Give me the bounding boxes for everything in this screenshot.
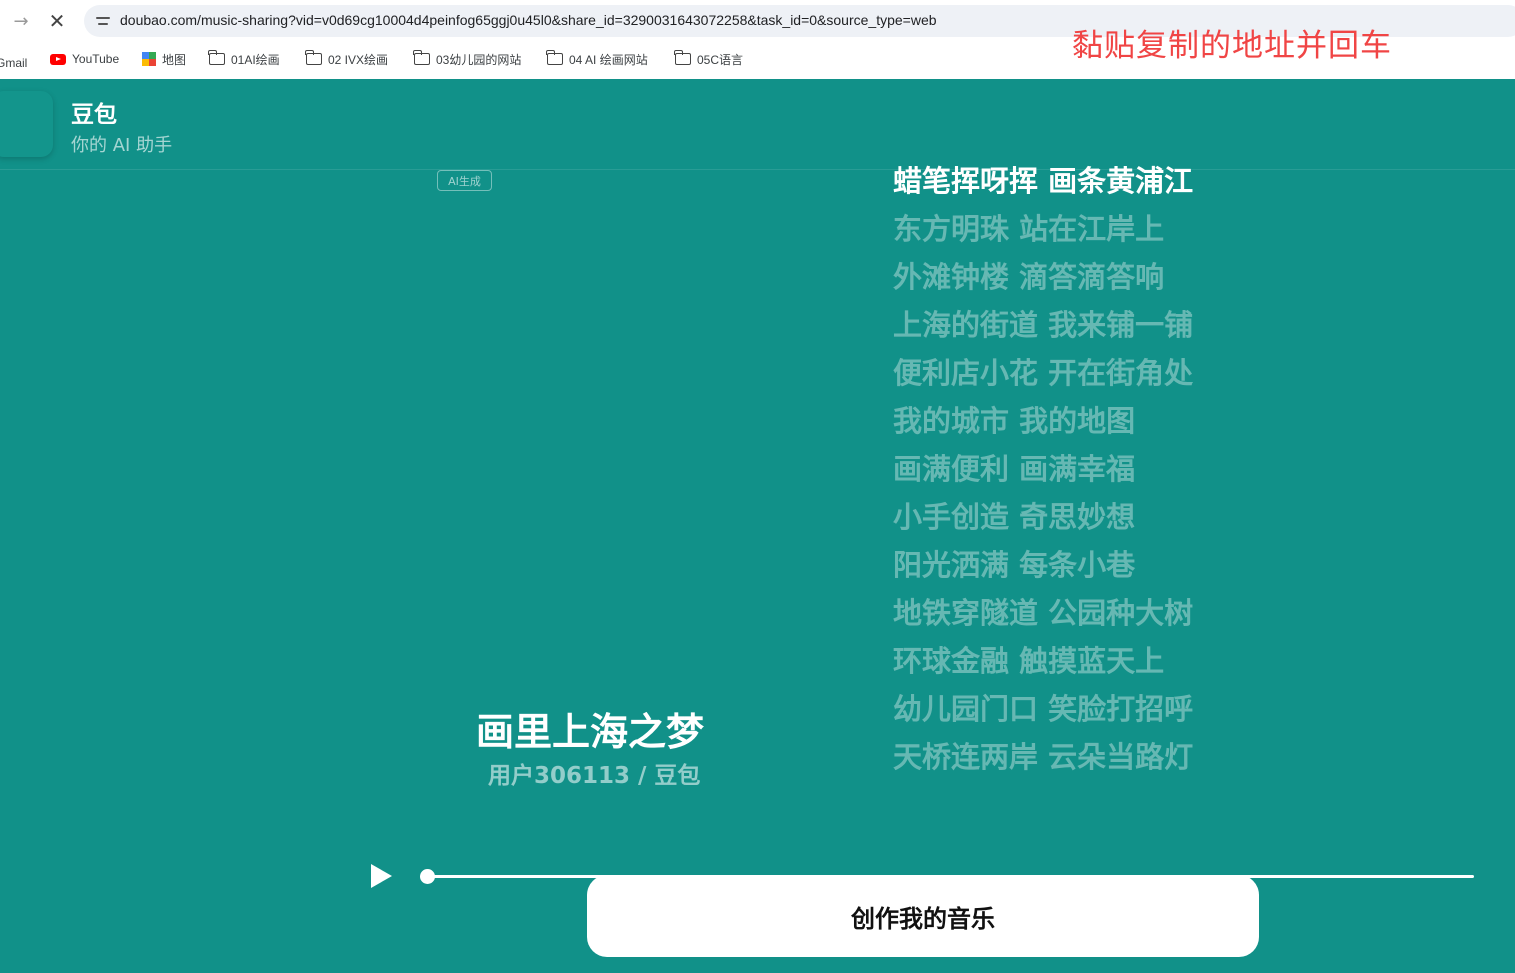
stop-loading-icon[interactable]: ✕	[44, 8, 70, 34]
bookmark-label: 04 AI 绘画网站	[569, 52, 648, 67]
lyrics-panel[interactable]: 蜡笔挥呀挥 画条黄浦江 东方明珠 站在江岸上 外滩钟楼 滴答滴答响 上海的街道 我来铺…	[893, 157, 1223, 789]
lyric-line[interactable]: 阳光洒满 每条小巷	[893, 541, 1223, 589]
bookmark-folder-03[interactable]: 03幼儿园的网站	[413, 47, 522, 71]
bookmark-folder-02[interactable]: 02 IVX绘画	[305, 47, 389, 71]
song-artist: 用户306113 / 豆包	[488, 763, 701, 789]
annotation-note: 黏贴复制的地址并回车	[1072, 28, 1392, 64]
lyric-line[interactable]: 东方明珠 站在江岸上	[893, 205, 1223, 253]
bookmark-label: 03幼儿园的网站	[436, 52, 522, 67]
lyric-line[interactable]: 上海的街道 我来铺一铺	[893, 301, 1223, 349]
folder-icon	[546, 50, 563, 65]
song-title: 画里上海之梦	[476, 710, 705, 754]
lyric-line[interactable]: 天桥连两岸 云朵当路灯	[893, 733, 1223, 781]
bookmark-folder-04[interactable]: 04 AI 绘画网站	[546, 47, 648, 71]
url-text[interactable]: doubao.com/music-sharing?vid=v0d69cg1000…	[120, 12, 937, 28]
bookmark-label: 05C语言	[697, 52, 744, 67]
progress-handle[interactable]	[420, 869, 435, 884]
app-tagline: 你的 AI 助手	[71, 135, 173, 156]
app-name[interactable]: 豆包	[71, 95, 117, 129]
folder-icon	[208, 50, 225, 65]
bookmark-label: Gmail	[0, 56, 28, 70]
ai-generated-badge: AI生成	[437, 170, 492, 191]
folder-icon	[674, 50, 691, 65]
lyric-line[interactable]: 便利店小花 开在街角处	[893, 349, 1223, 397]
lyric-line[interactable]: 地铁穿隧道 公园种大树	[893, 589, 1223, 637]
bookmark-label: 地图	[162, 52, 187, 67]
youtube-icon	[50, 53, 66, 65]
bookmark-youtube[interactable]: YouTube	[50, 47, 119, 71]
header-divider	[0, 169, 1515, 170]
map-icon	[142, 52, 156, 66]
lyric-line[interactable]: 小手创造 奇思妙想	[893, 493, 1223, 541]
play-icon[interactable]	[368, 861, 396, 891]
bookmark-gmail[interactable]: Gmail	[0, 51, 27, 75]
lyric-line[interactable]: 环球金融 触摸蓝天上	[893, 637, 1223, 685]
site-info-icon[interactable]	[94, 12, 112, 30]
folder-icon	[413, 50, 430, 65]
lyric-line[interactable]: 画满便利 画满幸福	[893, 445, 1223, 493]
browser-chrome: → ✕ doubao.com/music-sharing?vid=v0d69cg…	[0, 0, 1515, 79]
music-share-page: 豆包 你的 AI 助手 AI生成 蜡笔挥呀挥 画条黄浦江 东方明珠 站在江岸上 外滩…	[0, 79, 1515, 973]
bookmark-folder-05[interactable]: 05C语言	[674, 47, 744, 71]
lyric-line-active[interactable]: 蜡笔挥呀挥 画条黄浦江	[893, 157, 1223, 205]
forward-arrow-icon[interactable]: →	[8, 8, 34, 34]
bookmark-label: 01AI绘画	[231, 52, 280, 67]
doubao-logo[interactable]	[0, 91, 53, 157]
create-my-music-button[interactable]: 创作我的音乐	[587, 875, 1259, 957]
lyric-line[interactable]: 外滩钟楼 滴答滴答响	[893, 253, 1223, 301]
bookmark-label: YouTube	[72, 52, 120, 66]
bookmark-folder-01[interactable]: 01AI绘画	[208, 47, 280, 71]
lyric-line[interactable]: 我的城市 我的地图	[893, 397, 1223, 445]
bookmark-map[interactable]: 地图	[142, 47, 186, 71]
folder-icon	[305, 50, 322, 65]
lyric-line[interactable]: 幼儿园门口 笑脸打招呼	[893, 685, 1223, 733]
bookmark-label: 02 IVX绘画	[328, 52, 389, 67]
